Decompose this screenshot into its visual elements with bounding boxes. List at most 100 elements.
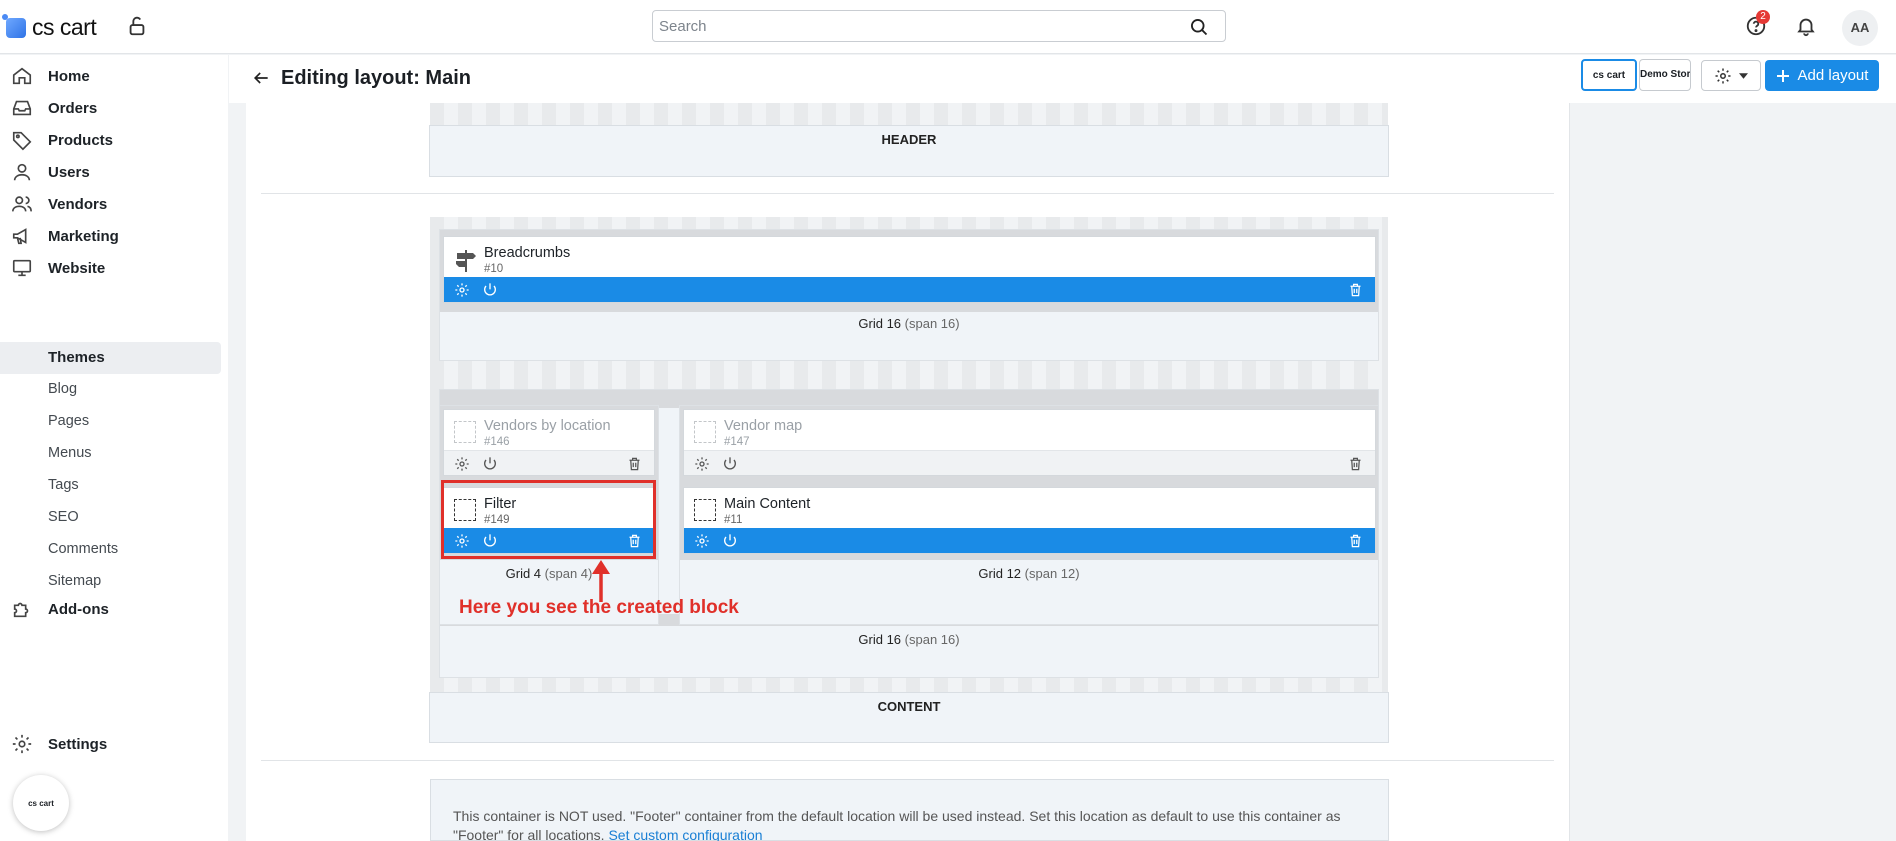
block-name: Breadcrumbs xyxy=(484,245,571,261)
block-vendor-map[interactable]: Vendor map #147 xyxy=(683,409,1376,476)
sidebar-subitem-seo[interactable]: SEO xyxy=(48,503,79,531)
power-icon[interactable] xyxy=(482,456,498,472)
sidebar-item-addons[interactable]: Add-ons xyxy=(0,593,221,625)
content-container-label: CONTENT xyxy=(877,699,941,714)
sidebar-subitem-pages[interactable]: Pages xyxy=(48,407,89,435)
search-box[interactable] xyxy=(652,10,1226,42)
sidebar-item-label: Orders xyxy=(48,99,98,117)
cs-cart-logo[interactable]: cs cart xyxy=(2,13,97,41)
vendors-icon xyxy=(12,196,32,212)
sidebar-item-home[interactable]: Home xyxy=(0,60,221,92)
grid-span: (span 16) xyxy=(904,632,960,647)
power-icon[interactable] xyxy=(722,456,738,472)
sidebar-subitem-themes[interactable]: Themes xyxy=(0,342,221,374)
sidebar-item-marketing[interactable]: Marketing xyxy=(0,220,221,252)
notifications-badge: 2 xyxy=(1756,10,1770,24)
block-placeholder-icon xyxy=(694,499,716,521)
add-layout-label: Add layout xyxy=(1797,67,1869,84)
gear-icon[interactable] xyxy=(454,456,470,472)
search-icon[interactable] xyxy=(1189,17,1209,37)
layout-thumb-cscart[interactable]: cs cart xyxy=(1581,59,1637,91)
layout-thumb-demo-store[interactable]: Demo Store xyxy=(1639,59,1691,91)
power-icon[interactable] xyxy=(482,282,498,298)
block-vendors-by-location[interactable]: Vendors by location #146 xyxy=(443,409,655,476)
logo-mark-icon xyxy=(2,13,26,38)
search-input[interactable] xyxy=(653,11,1173,41)
trash-icon[interactable] xyxy=(627,456,642,472)
page-title: Editing layout: Main xyxy=(281,67,471,89)
sidebar-item-settings[interactable]: Settings xyxy=(0,728,221,760)
sidebar-subitem-tags[interactable]: Tags xyxy=(48,471,79,499)
grid-span: (span 16) xyxy=(904,316,960,331)
layout-settings-button[interactable] xyxy=(1701,60,1761,91)
back-arrow-icon[interactable] xyxy=(251,68,271,88)
block-id: #11 xyxy=(724,514,743,526)
footer-note-message: This container is NOT used. "Footer" con… xyxy=(453,808,1341,841)
sidebar-subitem-blog[interactable]: Blog xyxy=(48,375,77,403)
puzzle-icon xyxy=(13,602,29,618)
block-breadcrumbs[interactable]: Breadcrumbs #10 xyxy=(443,236,1376,303)
user-icon xyxy=(13,163,31,181)
grid-label-12: Grid 12 (span 12) xyxy=(679,566,1379,581)
sidebar-item-orders[interactable]: Orders xyxy=(0,92,221,124)
sidebar: Home Orders Products Users Vendors Marke… xyxy=(0,55,228,841)
sidebar-item-vendors[interactable]: Vendors xyxy=(0,188,221,220)
gear-icon[interactable] xyxy=(454,282,470,298)
block-id: #146 xyxy=(484,436,510,448)
trash-icon[interactable] xyxy=(1348,456,1363,472)
sidebar-subitem-sitemap[interactable]: Sitemap xyxy=(48,567,101,595)
block-main-content[interactable]: Main Content #11 xyxy=(683,487,1376,554)
top-bar: cs cart 2 AA xyxy=(0,0,1896,54)
annotation-highlight-box xyxy=(441,480,656,559)
lock-icon[interactable] xyxy=(126,15,148,37)
tag-icon xyxy=(12,131,32,151)
page-header: Editing layout: Main cs cart Demo Store … xyxy=(229,55,1896,103)
sidebar-subitem-menus[interactable]: Menus xyxy=(48,439,92,467)
header-container-label: HEADER xyxy=(881,132,937,147)
trash-icon[interactable] xyxy=(1348,282,1363,298)
block-toolbar xyxy=(684,528,1375,553)
sidebar-subitem-label: Themes xyxy=(48,349,105,366)
right-panel xyxy=(1569,103,1896,841)
trash-icon[interactable] xyxy=(1348,533,1363,549)
grid-name: Grid 12 xyxy=(978,566,1022,581)
sidebar-item-label: Marketing xyxy=(48,227,119,245)
divider xyxy=(261,193,1554,194)
gear-icon[interactable] xyxy=(694,533,710,549)
home-icon xyxy=(12,67,32,85)
block-id: #10 xyxy=(484,263,504,275)
footer-note-text: This container is NOT used. "Footer" con… xyxy=(453,807,1373,841)
gear-icon xyxy=(12,734,32,754)
content-container[interactable]: CONTENT xyxy=(429,692,1389,743)
grid-name: Grid 16 xyxy=(858,316,902,331)
block-placeholder-icon xyxy=(694,421,716,443)
plus-icon xyxy=(1776,69,1789,82)
signpost-icon xyxy=(454,248,476,272)
floating-logo-text: cs cart xyxy=(28,798,54,808)
grid-span: (span 4) xyxy=(544,566,593,581)
divider xyxy=(261,760,1554,761)
sidebar-item-products[interactable]: Products xyxy=(0,124,221,156)
block-id: #147 xyxy=(724,436,750,448)
header-container[interactable]: HEADER xyxy=(429,125,1389,177)
block-toolbar xyxy=(444,277,1375,302)
sidebar-item-website[interactable]: Website xyxy=(0,252,221,284)
sidebar-item-users[interactable]: Users xyxy=(0,156,221,188)
set-custom-configuration-link[interactable]: Set custom configuration xyxy=(608,827,762,841)
bell-icon[interactable] xyxy=(1795,15,1817,37)
inbox-icon xyxy=(12,100,32,116)
grid-name: Grid 16 xyxy=(858,632,902,647)
avatar[interactable]: AA xyxy=(1842,10,1878,46)
sidebar-item-label: Users xyxy=(48,163,90,181)
sidebar-item-label: Website xyxy=(48,259,106,277)
gear-icon[interactable] xyxy=(694,456,710,472)
add-layout-button[interactable]: Add layout xyxy=(1765,60,1879,91)
power-icon[interactable] xyxy=(722,533,738,549)
grid-name: Grid 4 xyxy=(505,566,542,581)
floating-store-logo[interactable]: cs cart xyxy=(13,775,69,831)
sidebar-subitem-comments[interactable]: Comments xyxy=(48,535,118,563)
block-toolbar xyxy=(444,450,654,475)
monitor-icon xyxy=(12,259,32,277)
megaphone-icon xyxy=(12,228,27,245)
sidebar-item-label: Settings xyxy=(48,735,108,753)
